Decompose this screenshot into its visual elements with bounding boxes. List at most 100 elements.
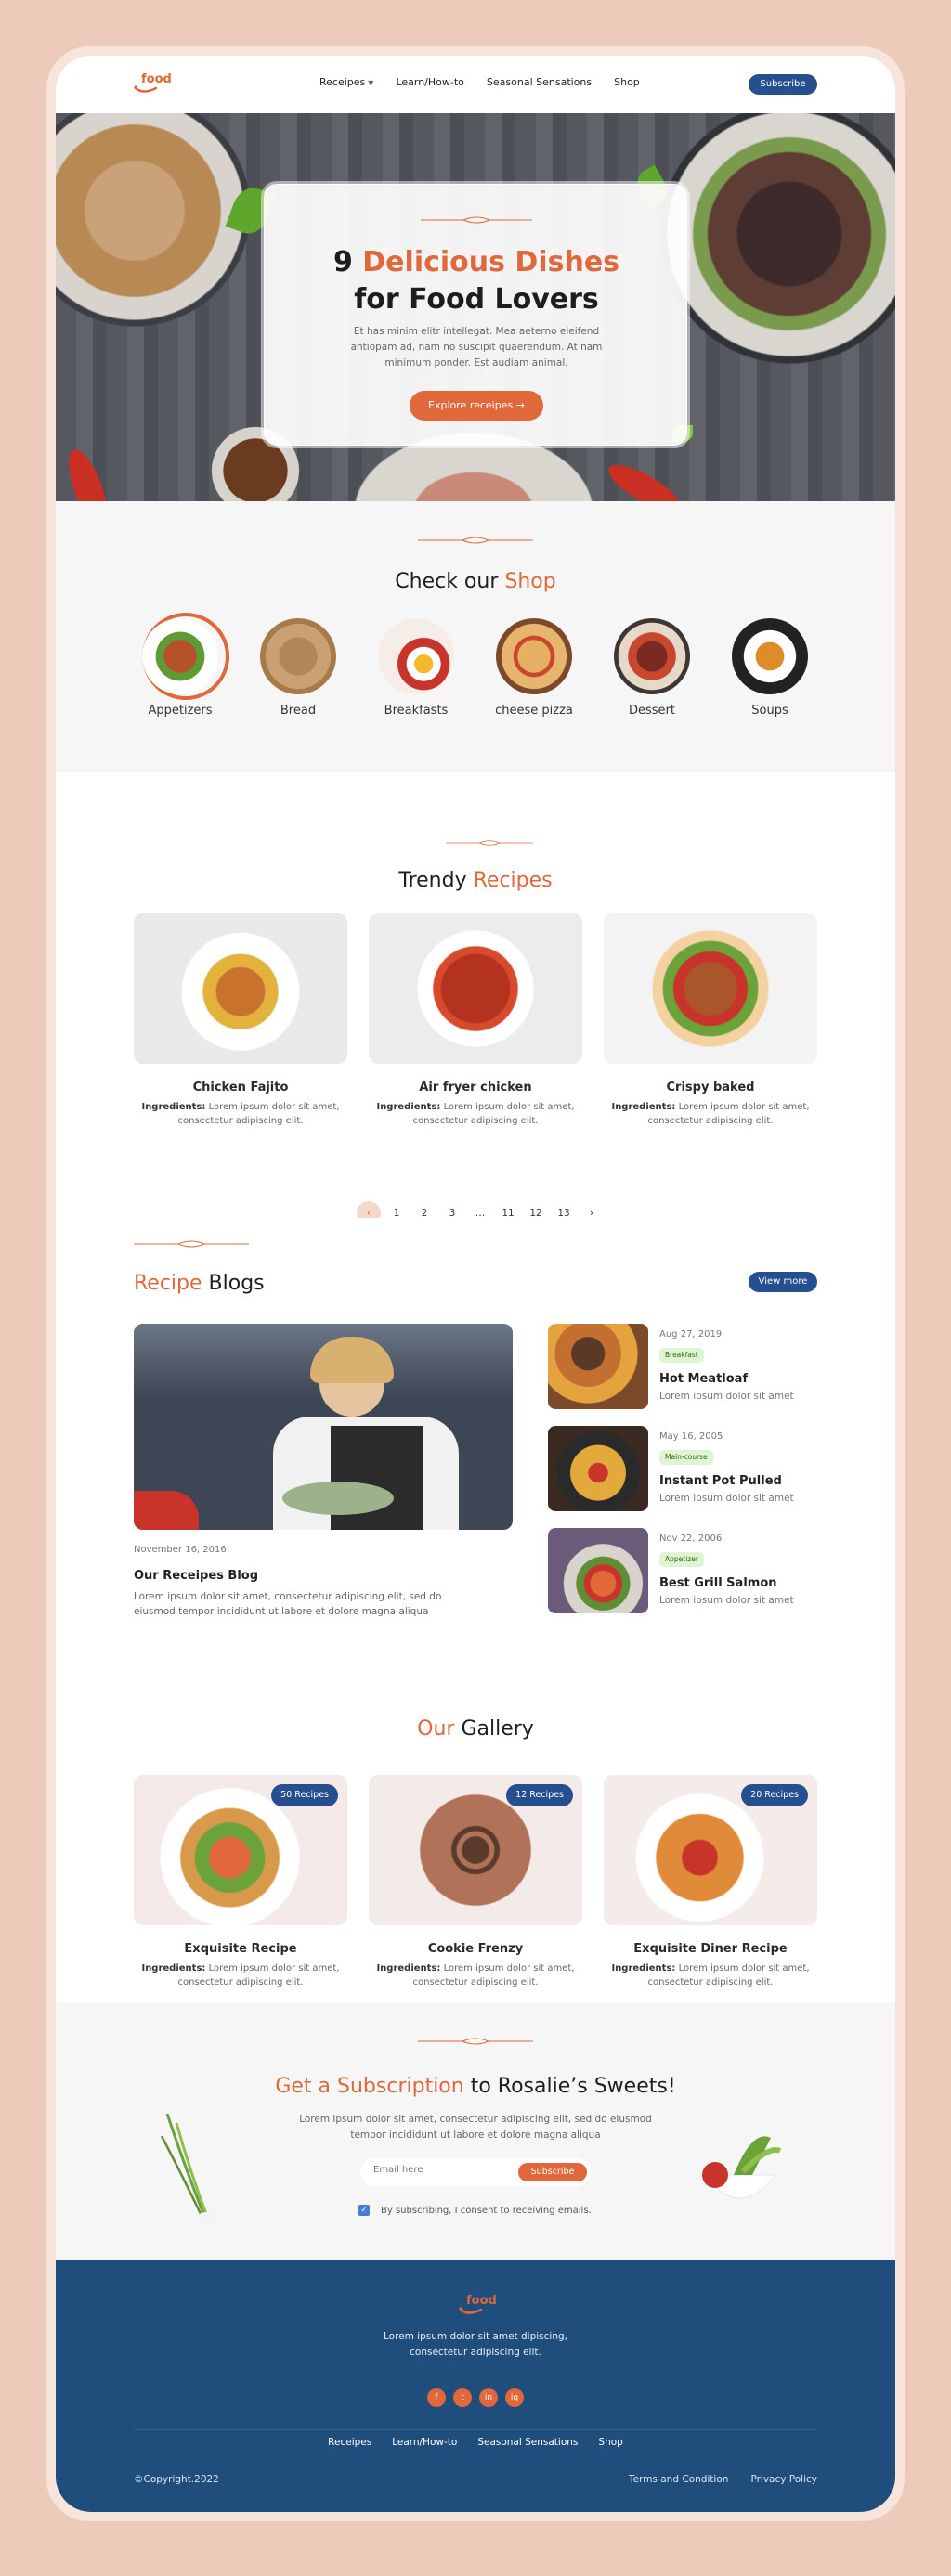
header-subscribe-button[interactable]: Subscribe [749, 74, 817, 95]
category-breakfasts[interactable]: Breakfasts [360, 618, 472, 718]
trendy-title-accent: Recipes [473, 869, 553, 892]
gallery-title-accent: Our [417, 1717, 455, 1741]
copyright: ©Copyright.2022 [134, 2474, 219, 2485]
email-input[interactable] [373, 2165, 503, 2175]
recipe-count-badge: 12 Recipes [506, 1784, 573, 1806]
hot-meatloaf-image [548, 1324, 648, 1409]
ingredients-label: Ingredients: [611, 1102, 676, 1112]
blog-title: Hot Meatloaf [659, 1372, 749, 1386]
side-blog-item[interactable]: Nov 22, 2006 Appetizer Best Grill Salmon… [548, 1528, 827, 1613]
footer-logo[interactable]: food [459, 2294, 497, 2320]
view-more-button[interactable]: View more [749, 1272, 817, 1292]
explore-receipes-button[interactable]: Explore receipes → [410, 391, 543, 421]
recipe-card[interactable]: Air fryer chicken Ingredients: Lorem ips… [369, 913, 582, 1128]
category-dessert[interactable]: Dessert [596, 618, 708, 718]
consent-checkbox[interactable]: ✓ [358, 2205, 370, 2216]
blogs-title-accent: Recipe [134, 1272, 202, 1295]
logo-swoosh-icon [134, 85, 158, 93]
linkedin-icon[interactable]: in [479, 2388, 498, 2407]
gallery-title-suffix: Gallery [461, 1717, 534, 1741]
footer-divider [134, 2429, 817, 2430]
gallery-card[interactable]: 12 Recipes Cookie Frenzy Ingredients: Lo… [369, 1775, 582, 1989]
hero-title-line2: for Food Lovers [354, 283, 599, 316]
footer-nav-shop[interactable]: Shop [598, 2437, 622, 2448]
ornament-divider-icon [418, 537, 533, 544]
gallery-card-title: Exquisite Diner Recipe [633, 1942, 788, 1956]
nav-item-learn[interactable]: Learn/How-to [396, 76, 463, 88]
subscription-form: Subscribe [360, 2158, 591, 2186]
blog-title: Best Grill Salmon [659, 1576, 777, 1590]
dessert-image [614, 618, 690, 694]
ingredients-label: Ingredients: [141, 1102, 206, 1112]
shop-section: Check our Shop Appetizers Bread Breakfas… [56, 501, 895, 772]
recipe-blogs-section: Recipe Blogs View more November 16, 2016… [56, 1218, 895, 1701]
soups-image [732, 618, 808, 694]
nav-item-shop[interactable]: Shop [614, 76, 640, 88]
blog-date: Nov 22, 2006 [659, 1534, 723, 1544]
privacy-link[interactable]: Privacy Policy [750, 2474, 817, 2485]
gallery-card-title: Exquisite Recipe [184, 1942, 297, 1956]
recipe-count-badge: 50 Recipes [271, 1784, 338, 1806]
blog-date: Aug 27, 2019 [659, 1329, 723, 1340]
subscription-title-accent: Get a Subscription [275, 2075, 464, 2098]
nav-label: Receipes [319, 76, 366, 88]
category-label: Breakfasts [384, 704, 449, 718]
recipe-ingredients: Ingredients: Lorem ipsum dolor sit amet,… [604, 1100, 817, 1128]
nav-item-seasonal[interactable]: Seasonal Sensations [487, 76, 592, 88]
air-fryer-chicken-image [369, 913, 582, 1064]
twitter-icon[interactable]: t [453, 2388, 472, 2407]
subscription-text: Lorem ipsum dolor sit amet, consectetur … [299, 2114, 652, 2141]
gallery-card[interactable]: 50 Recipes Exquisite Recipe Ingredients:… [134, 1775, 347, 1989]
category-label: cheese pizza [495, 704, 573, 718]
gallery-title: Our Gallery [56, 1717, 895, 1741]
category-label: Soups [751, 704, 788, 718]
recipe-ingredients: Ingredients: Lorem ipsum dolor sit amet,… [369, 1100, 582, 1128]
recipe-card[interactable]: Crispy baked Ingredients: Lorem ipsum do… [604, 913, 817, 1128]
consent-row: ✓ By subscribing, I consent to receiving… [358, 2205, 592, 2216]
terms-link[interactable]: Terms and Condition [629, 2474, 728, 2485]
instagram-icon[interactable]: ig [505, 2388, 524, 2407]
main-blog-title[interactable]: Our Receipes Blog [134, 1569, 258, 1583]
logo-swoosh-icon [459, 2307, 483, 2314]
side-blog-item[interactable]: May 16, 2005 Main-course Instant Pot Pul… [548, 1426, 827, 1511]
brand-logo[interactable]: food [134, 72, 172, 98]
blogs-title-suffix: Blogs [208, 1272, 265, 1295]
recipe-title: Air fryer chicken [419, 1081, 532, 1094]
facebook-icon[interactable]: f [427, 2388, 446, 2407]
chicken-fajito-image [134, 913, 347, 1064]
main-blog-image[interactable] [134, 1324, 513, 1530]
footer-logo-text: food [466, 2294, 497, 2308]
ornament-divider-icon [446, 840, 533, 846]
trendy-title-prefix: Trendy [398, 869, 467, 892]
logo-text: food [141, 72, 172, 86]
site-header: food Receipes ▼ Learn/How-to Seasonal Sen… [56, 56, 895, 113]
ingredients-label: Ingredients: [376, 1963, 441, 1974]
gallery-card[interactable]: 20 Recipes Exquisite Diner Recipe Ingred… [604, 1775, 817, 1989]
footer-nav-seasonal[interactable]: Seasonal Sensations [477, 2437, 578, 2448]
subscription-section: Get a Subscription to Rosalie’s Sweets! … [56, 2002, 895, 2260]
subscribe-button[interactable]: Subscribe [518, 2163, 587, 2181]
gallery-section: Our Gallery 50 Recipes Exquisite Recipe … [56, 1701, 895, 2002]
ornament-divider-icon [421, 216, 532, 224]
ingredients-label: Ingredients: [141, 1963, 206, 1974]
category-cheese-pizza[interactable]: cheese pizza [478, 618, 590, 718]
blog-description: Lorem ipsum dolor sit amet [659, 1595, 794, 1606]
recipe-card[interactable]: Chicken Fajito Ingredients: Lorem ipsum … [134, 913, 347, 1128]
category-bread[interactable]: Bread [242, 618, 354, 718]
footer-nav-learn[interactable]: Learn/How-to [392, 2437, 457, 2448]
hero-card: 9 Delicious Dishes for Food Lovers Et ha… [264, 184, 687, 446]
ornament-divider-icon [418, 2038, 533, 2045]
blog-category-badge: Main-course [659, 1450, 713, 1465]
gallery-card-title: Cookie Frenzy [427, 1942, 524, 1956]
recipe-title: Crispy baked [666, 1081, 755, 1094]
category-soups[interactable]: Soups [714, 618, 826, 718]
category-label: Appetizers [148, 704, 213, 718]
category-appetizers[interactable]: Appetizers [124, 613, 236, 718]
ingredients-label: Ingredients: [611, 1963, 676, 1974]
shop-title-prefix: Check our [395, 570, 499, 593]
nav-item-receipes[interactable]: Receipes ▼ [319, 76, 373, 88]
side-blog-item[interactable]: Aug 27, 2019 Breakfast Hot Meatloaf Lore… [548, 1324, 827, 1409]
blog-description: Lorem ipsum dolor sit amet [659, 1391, 794, 1402]
footer-text: Lorem ipsum dolor sit amet dipiscing, co… [384, 2331, 567, 2358]
footer-nav-receipes[interactable]: Receipes [328, 2437, 371, 2448]
